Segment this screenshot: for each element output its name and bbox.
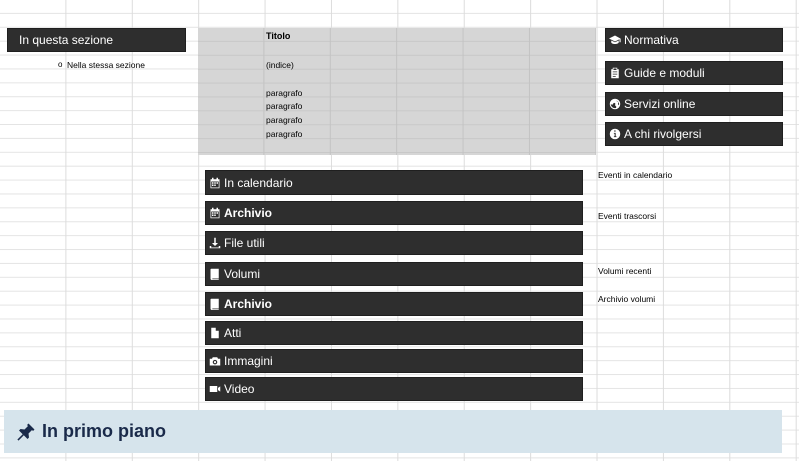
book-icon (208, 268, 221, 281)
pushpin-icon (17, 423, 35, 441)
in-primo-piano-title: In primo piano (42, 421, 166, 441)
menu-label: Servizi online (624, 97, 696, 111)
book-icon (208, 298, 221, 311)
menu-label: Guide e moduli (624, 66, 705, 80)
menu-file-utili-button[interactable]: File utili (205, 231, 583, 255)
content-paragraph: paragrafo (266, 101, 303, 111)
menu-label: Archivio (224, 206, 273, 220)
content-index-link[interactable]: (indice) (266, 60, 294, 70)
menu-atti-button[interactable]: Atti (205, 321, 583, 345)
content-placeholder-block (198, 28, 596, 155)
camera-icon (208, 355, 221, 368)
menu-label: Atti (224, 326, 242, 340)
calendar-icon (208, 207, 221, 220)
info-circle-icon (608, 128, 621, 141)
menu-label: Video (224, 382, 255, 396)
menu-label: Normativa (624, 33, 679, 47)
content-paragraph: paragrafo (266, 129, 303, 139)
in-primo-piano-banner: In primo piano (4, 410, 782, 453)
globe-icon (608, 98, 621, 111)
section-title: In questa sezione (19, 33, 114, 47)
menu-label: In calendario (224, 175, 293, 190)
menu-label: Volumi (224, 267, 261, 281)
menu-volumi-button[interactable]: Volumi (205, 262, 583, 286)
clipboard-icon (608, 67, 621, 80)
link-volumi-recenti[interactable]: Volumi recenti (598, 266, 651, 276)
video-camera-icon (208, 383, 221, 396)
calendar-icon (208, 176, 221, 189)
download-icon (208, 237, 221, 250)
menu-label: File utili (224, 236, 265, 250)
graduation-cap-icon (608, 34, 621, 47)
link-archivio-volumi[interactable]: Archivio volumi (598, 294, 655, 304)
menu-in-calendario-button[interactable]: In calendario (205, 170, 583, 195)
menu-archivio-volumi-button[interactable]: Archivio (205, 292, 583, 316)
content-title: Titolo (266, 31, 291, 41)
bullet-marker: o (58, 60, 63, 69)
menu-label: Archivio (224, 297, 273, 311)
link-eventi-trascorsi[interactable]: Eventi trascorsi (598, 211, 656, 221)
menu-normativa-button[interactable]: Normativa (605, 28, 783, 52)
menu-label: A chi rivolgersi (624, 127, 702, 141)
menu-immagini-button[interactable]: Immagini (205, 349, 583, 373)
link-eventi-in-calendario[interactable]: Eventi in calendario (598, 170, 672, 180)
menu-a-chi-rivolgersi-button[interactable]: A chi rivolgersi (605, 122, 783, 146)
content-paragraph: paragrafo (266, 88, 303, 98)
nav-link-same-section[interactable]: Nella stessa sezione (67, 60, 145, 70)
file-icon (208, 327, 221, 340)
menu-guide-moduli-button[interactable]: Guide e moduli (605, 61, 783, 85)
menu-video-button[interactable]: Video (205, 377, 583, 401)
menu-servizi-online-button[interactable]: Servizi online (605, 92, 783, 116)
section-title-bar: In questa sezione (7, 28, 186, 52)
menu-archivio-eventi-button[interactable]: Archivio (205, 201, 583, 225)
content-paragraph: paragrafo (266, 115, 303, 125)
menu-label: Immagini (224, 354, 273, 368)
